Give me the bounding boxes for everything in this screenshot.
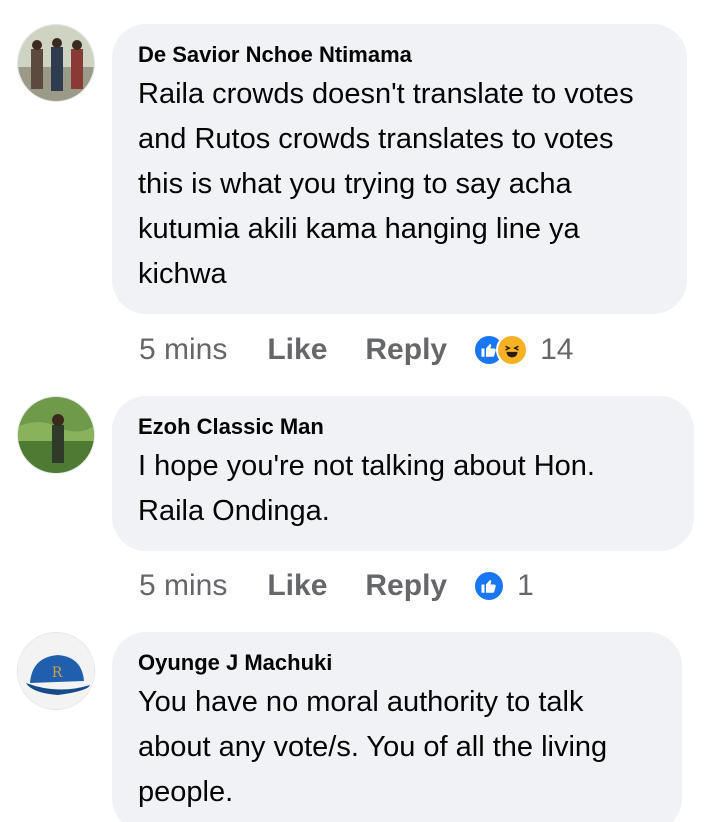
comment-bubble: De Savior Nchoe Ntimama Raila crowds doe… (112, 24, 687, 314)
comment-text: Raila crowds doesn't translate to votes … (138, 78, 634, 290)
reactions-summary[interactable]: 1 (473, 569, 534, 603)
comment-actions: 5 mins Like Reply 1 (139, 566, 534, 606)
haha-icon (496, 334, 529, 366)
avatar[interactable]: R (17, 632, 95, 710)
comment-author[interactable]: De Savior Nchoe Ntimama (138, 42, 661, 68)
reply-button[interactable]: Reply (365, 333, 447, 367)
avatar[interactable] (17, 24, 95, 102)
reactions-summary[interactable]: 14 (473, 333, 573, 367)
reply-button[interactable]: Reply (365, 569, 447, 603)
reaction-count: 14 (540, 333, 574, 366)
comment-text: You have no moral authority to talk abou… (138, 686, 608, 808)
comment-text: I hope you're not talking about Hon. Rai… (138, 450, 595, 527)
comment-time[interactable]: 5 mins (139, 333, 227, 367)
svg-text:R: R (52, 665, 63, 681)
like-icon (473, 570, 506, 602)
reaction-count: 1 (517, 569, 534, 602)
comment-actions: 5 mins Like Reply 14 (139, 330, 573, 370)
comment-author[interactable]: Ezoh Classic Man (138, 414, 668, 440)
comment-time[interactable]: 5 mins (139, 569, 227, 603)
comment-author[interactable]: Oyunge J Machuki (138, 650, 656, 676)
like-button[interactable]: Like (267, 333, 327, 367)
comment-bubble: Oyunge J Machuki You have no moral autho… (112, 632, 682, 822)
like-button[interactable]: Like (267, 569, 327, 603)
comment-bubble: Ezoh Classic Man I hope you're not talki… (112, 396, 694, 551)
avatar[interactable] (17, 396, 95, 474)
